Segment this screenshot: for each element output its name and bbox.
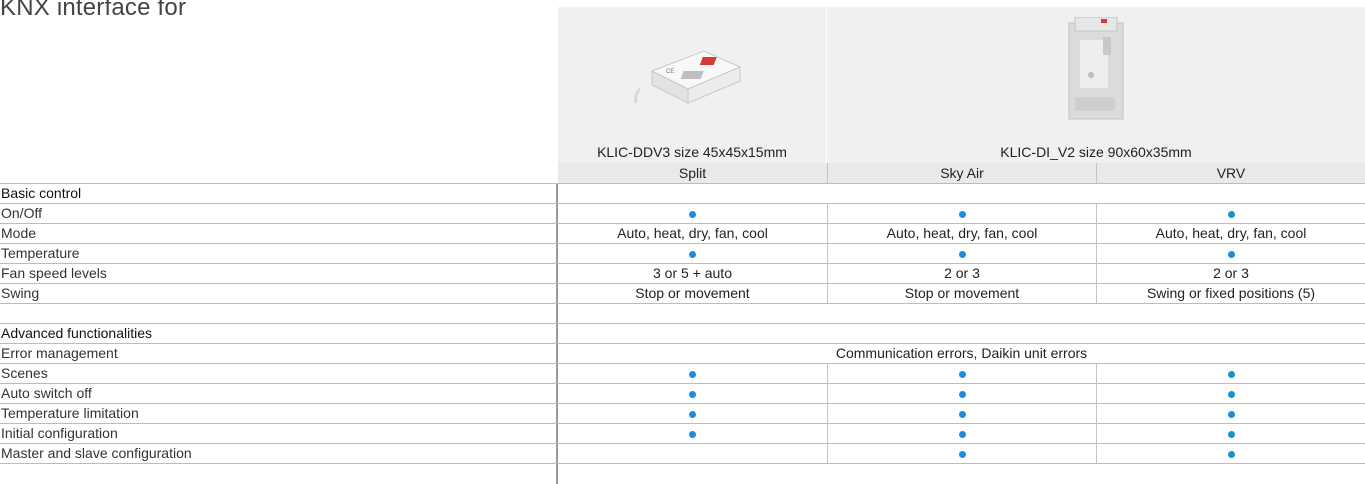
value-vrv xyxy=(1096,363,1365,383)
value-split: 3 or 5 + auto xyxy=(652,265,732,281)
feature-label: Mode xyxy=(1,225,37,241)
feature-label: Error management xyxy=(1,345,118,361)
value-sky-air xyxy=(827,423,1096,443)
feature-label: Auto switch off xyxy=(1,385,92,401)
value-vrv: Swing or fixed positions (5) xyxy=(1096,283,1365,303)
table-row: Master and slave configuration xyxy=(0,443,1365,463)
table-row: Temperature limitation xyxy=(0,403,1365,423)
value-sky-air xyxy=(827,243,1096,263)
product-header-klic-di-v2: KLIC-DI_V2 size 90x60x35mm xyxy=(827,7,1365,163)
table-row: Error management Communication errors, Da… xyxy=(0,343,1365,363)
value-vrv xyxy=(1096,383,1365,403)
column-header-split: Split xyxy=(558,163,827,183)
feature-label: Fan speed levels xyxy=(1,265,107,281)
supported-dot-icon xyxy=(958,450,966,458)
supported-dot-icon xyxy=(1227,210,1235,218)
column-header-vrv: VRV xyxy=(1096,163,1365,183)
value-vrv xyxy=(1096,423,1365,443)
table-row: Swing Stop or movement Stop or movement Swi… xyxy=(0,283,1365,303)
product-name: KLIC-DI_V2 size 90x60x35mm xyxy=(827,141,1365,163)
value-vrv xyxy=(1096,243,1365,263)
table-row: Initial configuration xyxy=(0,423,1365,443)
klic-ddv3-device-icon: CE xyxy=(634,50,742,104)
supported-dot-icon xyxy=(689,410,696,418)
value-split: Stop or movement xyxy=(635,285,750,301)
comparison-page: KNX interface for CE KLIC-DDV3 size 45x4… xyxy=(0,0,1365,484)
supported-dot-icon xyxy=(689,430,696,438)
table-row: On/Off xyxy=(0,203,1365,223)
table-row: Mode Auto, heat, dry, fan, cool Auto, heat… xyxy=(0,223,1365,243)
value-vrv: Auto, heat, dry, fan, cool xyxy=(1096,223,1365,243)
feature-label: On/Off xyxy=(1,205,42,221)
supported-dot-icon xyxy=(958,210,966,218)
feature-label: Temperature xyxy=(1,245,80,261)
value-split xyxy=(558,363,827,383)
value-split xyxy=(558,203,827,223)
supported-dot-icon xyxy=(689,390,696,398)
supported-dot-icon xyxy=(958,250,966,258)
value-vrv xyxy=(1096,443,1365,463)
value-split xyxy=(558,403,827,423)
row-divider xyxy=(0,463,1365,464)
spanning-value: Communication errors, Daikin unit errors xyxy=(835,345,1088,361)
supported-dot-icon xyxy=(1227,250,1235,258)
value-sky-air: Stop or movement xyxy=(827,283,1096,303)
spacer-row xyxy=(0,303,1365,323)
svg-text:CE: CE xyxy=(666,69,674,75)
value-vrv xyxy=(1096,203,1365,223)
feature-label: Swing xyxy=(1,285,40,301)
product-header-klic-ddv3: CE KLIC-DDV3 size 45x45x15mm xyxy=(558,7,827,163)
value-vrv xyxy=(1096,403,1365,423)
klic-di-v2-device-icon xyxy=(1068,17,1124,120)
table-row: Scenes xyxy=(0,363,1365,383)
value-split xyxy=(558,443,827,463)
supported-dot-icon xyxy=(1227,430,1235,438)
product-name: KLIC-DDV3 size 45x45x15mm xyxy=(558,141,826,163)
supported-dot-icon xyxy=(958,410,966,418)
supported-dot-icon xyxy=(1227,370,1235,378)
table-row: Auto switch off xyxy=(0,383,1365,403)
feature-label: Master and slave configuration xyxy=(1,445,192,461)
feature-label: Scenes xyxy=(1,365,48,381)
value-split xyxy=(558,423,827,443)
value-sky-air xyxy=(827,383,1096,403)
value-sky-air: 2 or 3 xyxy=(827,263,1096,283)
supported-dot-icon xyxy=(958,390,966,398)
value-split xyxy=(558,243,827,263)
feature-label: Initial configuration xyxy=(1,425,118,441)
value-vrv: 2 or 3 xyxy=(1096,263,1365,283)
value-split: Auto, heat, dry, fan, cool xyxy=(617,225,768,241)
value-sky-air: Auto, heat, dry, fan, cool xyxy=(827,223,1096,243)
section-heading: Advanced functionalities xyxy=(1,325,152,341)
supported-dot-icon xyxy=(1227,450,1235,458)
table-row: Fan speed levels 3 or 5 + auto 2 or 32 or … xyxy=(0,263,1365,283)
supported-dot-icon xyxy=(689,370,696,378)
value-sky-air xyxy=(827,443,1096,463)
column-header-sky-air: Sky Air xyxy=(827,163,1096,183)
section-heading: Basic control xyxy=(1,185,82,201)
feature-label: Temperature limitation xyxy=(1,405,139,421)
supported-dot-icon xyxy=(958,430,966,438)
section-row: Basic control xyxy=(0,183,1365,203)
supported-dot-icon xyxy=(958,370,966,378)
page-title: KNX interface for xyxy=(0,0,187,21)
supported-dot-icon xyxy=(1227,390,1235,398)
column-header-row: Split Sky Air VRV xyxy=(0,163,1365,183)
supported-dot-icon xyxy=(689,210,696,218)
value-sky-air xyxy=(827,203,1096,223)
value-split xyxy=(558,383,827,403)
value-sky-air xyxy=(827,363,1096,383)
table-row: Temperature xyxy=(0,243,1365,263)
value-sky-air xyxy=(827,403,1096,423)
supported-dot-icon xyxy=(689,250,696,258)
section-row: Advanced functionalities xyxy=(0,323,1365,343)
supported-dot-icon xyxy=(1227,410,1235,418)
